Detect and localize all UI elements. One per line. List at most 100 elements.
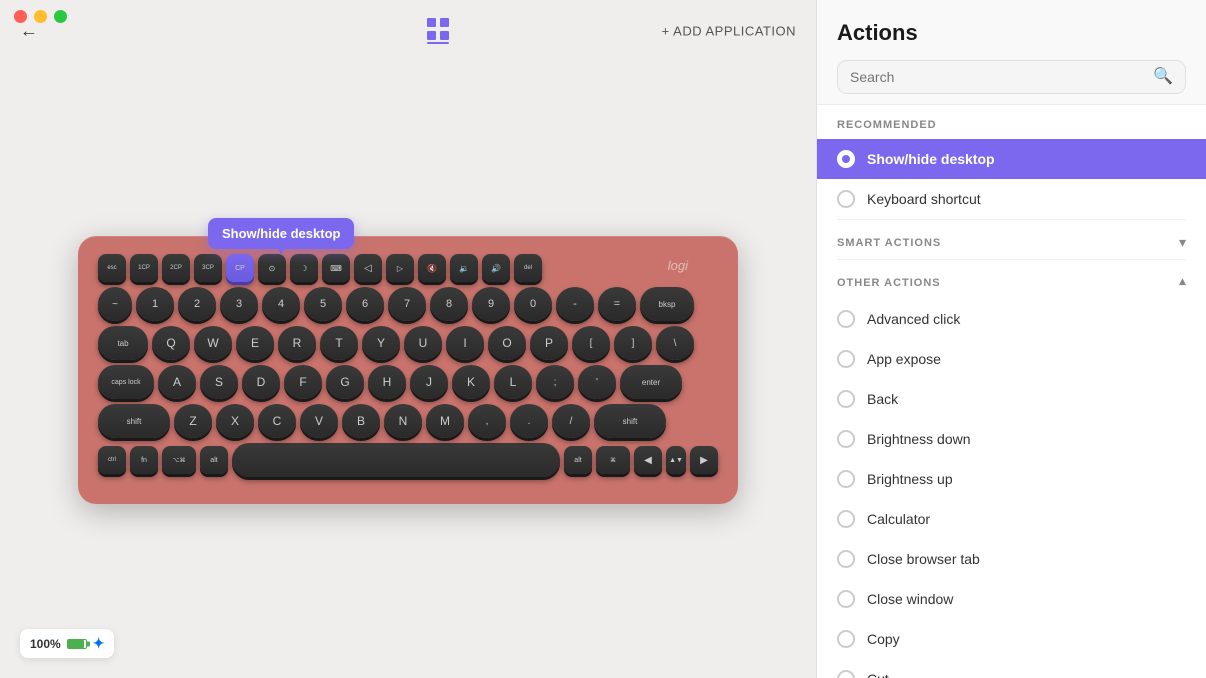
key-a[interactable]: A (158, 365, 196, 399)
action-advanced-click[interactable]: Advanced click (817, 299, 1206, 339)
key-cmd2[interactable]: ⌘ (596, 446, 630, 474)
key-9[interactable]: 9 (472, 287, 510, 321)
key-b[interactable]: B (342, 404, 380, 438)
key-w[interactable]: W (194, 326, 232, 360)
key-comma[interactable]: , (468, 404, 506, 438)
recommended-section-header[interactable]: RECOMMENDED (817, 105, 1206, 139)
key-fn[interactable]: fn (130, 446, 158, 474)
key-f9[interactable]: ▷ (386, 254, 414, 282)
key-f2[interactable]: 2CP (162, 254, 190, 282)
key-left[interactable]: ◀ (634, 446, 662, 474)
key-lbracket[interactable]: [ (572, 326, 610, 360)
key-l[interactable]: L (494, 365, 532, 399)
key-g[interactable]: G (326, 365, 364, 399)
key-3[interactable]: 3 (220, 287, 258, 321)
key-z[interactable]: Z (174, 404, 212, 438)
key-esc[interactable]: esc (98, 254, 126, 282)
key-cmd1[interactable]: ⌥⌘ (162, 446, 196, 474)
key-4[interactable]: 4 (262, 287, 300, 321)
key-semicolon[interactable]: ; (536, 365, 574, 399)
key-lshift[interactable]: shift (98, 404, 170, 438)
key-f7[interactable]: ⌨ (322, 254, 350, 282)
back-button[interactable]: ← (20, 21, 38, 42)
key-f1[interactable]: 1CP (130, 254, 158, 282)
key-v[interactable]: V (300, 404, 338, 438)
key-o[interactable]: O (488, 326, 526, 360)
key-r[interactable]: R (278, 326, 316, 360)
key-updown[interactable]: ▲▼ (666, 446, 686, 474)
smart-actions-section-header[interactable]: SMART ACTIONS ▾ (817, 220, 1206, 259)
key-f[interactable]: F (284, 365, 322, 399)
key-m[interactable]: M (426, 404, 464, 438)
key-y[interactable]: Y (362, 326, 400, 360)
key-right[interactable]: ▶ (690, 446, 718, 474)
key-minus[interactable]: - (556, 287, 594, 321)
key-1[interactable]: 1 (136, 287, 174, 321)
action-brightness-up[interactable]: Brightness up (817, 459, 1206, 499)
key-quote[interactable]: ' (578, 365, 616, 399)
key-f8[interactable]: ◁ (354, 254, 382, 282)
key-rshift[interactable]: shift (594, 404, 666, 438)
grid-view-button[interactable] (427, 18, 449, 44)
action-brightness-down[interactable]: Brightness down (817, 419, 1206, 459)
action-back[interactable]: Back (817, 379, 1206, 419)
key-i[interactable]: I (446, 326, 484, 360)
key-t[interactable]: T (320, 326, 358, 360)
key-period[interactable]: . (510, 404, 548, 438)
key-f6[interactable]: ☽ (290, 254, 318, 282)
key-0[interactable]: 0 (514, 287, 552, 321)
key-x[interactable]: X (216, 404, 254, 438)
key-backspace[interactable]: bksp (640, 287, 694, 321)
action-keyboard-shortcut[interactable]: Keyboard shortcut (817, 179, 1206, 219)
key-6[interactable]: 6 (346, 287, 384, 321)
key-rbracket[interactable]: ] (614, 326, 652, 360)
key-p[interactable]: P (530, 326, 568, 360)
key-alt2[interactable]: alt (564, 446, 592, 474)
fullscreen-button[interactable] (54, 10, 67, 23)
action-show-hide-desktop[interactable]: Show/hide desktop (817, 139, 1206, 179)
action-copy[interactable]: Copy (817, 619, 1206, 659)
add-application-button[interactable]: + ADD APPLICATION (662, 24, 796, 39)
key-s[interactable]: S (200, 365, 238, 399)
search-button[interactable]: 🔍 (1153, 69, 1173, 85)
key-backslash[interactable]: \ (656, 326, 694, 360)
key-space[interactable] (232, 443, 560, 477)
action-calculator[interactable]: Calculator (817, 499, 1206, 539)
key-u[interactable]: U (404, 326, 442, 360)
key-alt1[interactable]: alt (200, 446, 228, 474)
key-n[interactable]: N (384, 404, 422, 438)
key-c[interactable]: C (258, 404, 296, 438)
key-ctrl[interactable]: ctrl (98, 446, 126, 474)
key-f5[interactable]: ⊙ (258, 254, 286, 282)
key-q[interactable]: Q (152, 326, 190, 360)
action-app-expose[interactable]: App expose (817, 339, 1206, 379)
action-close-browser-tab[interactable]: Close browser tab (817, 539, 1206, 579)
key-f4[interactable]: CP (226, 254, 254, 282)
key-enter[interactable]: enter (620, 365, 682, 399)
key-slash[interactable]: / (552, 404, 590, 438)
key-2[interactable]: 2 (178, 287, 216, 321)
key-d[interactable]: D (242, 365, 280, 399)
key-7[interactable]: 7 (388, 287, 426, 321)
action-close-window[interactable]: Close window (817, 579, 1206, 619)
other-actions-section-header[interactable]: OTHER ACTIONS ▾ (817, 260, 1206, 299)
key-f3[interactable]: 3CP (194, 254, 222, 282)
key-f10[interactable]: 🔇 (418, 254, 446, 282)
key-h[interactable]: H (368, 365, 406, 399)
key-k[interactable]: K (452, 365, 490, 399)
close-window-button[interactable] (14, 10, 27, 23)
key-e[interactable]: E (236, 326, 274, 360)
minimize-button[interactable] (34, 10, 47, 23)
search-input[interactable] (850, 69, 1145, 85)
key-j[interactable]: J (410, 365, 448, 399)
key-backtick[interactable]: ~ (98, 287, 132, 321)
key-f11[interactable]: 🔉 (450, 254, 478, 282)
key-capslock[interactable]: caps lock (98, 365, 154, 399)
key-f12[interactable]: 🔊 (482, 254, 510, 282)
key-equal[interactable]: = (598, 287, 636, 321)
key-8[interactable]: 8 (430, 287, 468, 321)
key-5[interactable]: 5 (304, 287, 342, 321)
key-del[interactable]: del (514, 254, 542, 282)
key-tab[interactable]: tab (98, 326, 148, 360)
action-cut[interactable]: Cut (817, 659, 1206, 678)
